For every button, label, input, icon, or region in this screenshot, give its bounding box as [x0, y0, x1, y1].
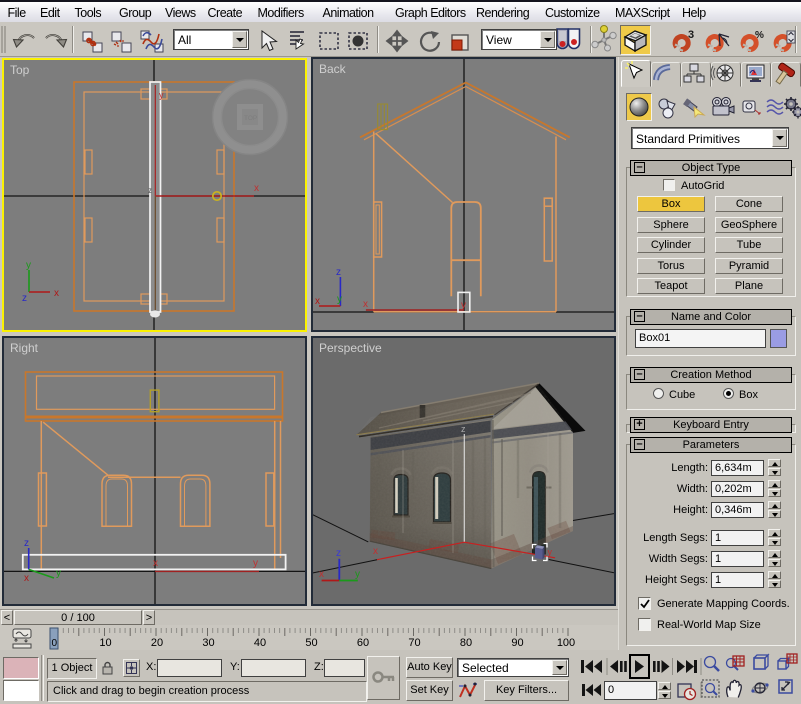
svg-text:y: y — [159, 90, 164, 100]
svg-text:z: z — [22, 293, 27, 304]
svg-text:z: z — [148, 186, 152, 195]
svg-text:x: x — [363, 299, 368, 310]
svg-text:x: x — [373, 546, 378, 557]
svg-text:70: 70 — [408, 637, 420, 649]
svg-text:y: y — [26, 260, 31, 271]
svg-text:x: x — [54, 288, 59, 299]
svg-text:z: z — [336, 267, 341, 278]
svg-text:y: y — [56, 568, 61, 579]
svg-text:y: y — [337, 294, 342, 305]
svg-text:50: 50 — [305, 637, 317, 649]
svg-text:%: % — [755, 30, 764, 41]
svg-text:TOP: TOP — [244, 115, 257, 122]
svg-text:x: x — [254, 183, 259, 194]
svg-text:y: y — [548, 547, 553, 557]
svg-text:100: 100 — [557, 637, 575, 649]
svg-text:y: y — [253, 558, 258, 569]
svg-text:10: 10 — [99, 637, 111, 649]
svg-text:x: x — [153, 558, 158, 569]
svg-text:y: y — [461, 300, 466, 311]
svg-text:x: x — [319, 569, 324, 580]
svg-text:80: 80 — [460, 637, 472, 649]
svg-text:40: 40 — [254, 637, 266, 649]
svg-text:y: y — [355, 569, 360, 580]
svg-text:3: 3 — [688, 29, 694, 41]
svg-text:x: x — [315, 296, 320, 307]
svg-text:20: 20 — [151, 637, 163, 649]
svg-text:z: z — [336, 548, 341, 559]
svg-text:z: z — [461, 424, 466, 434]
svg-text:30: 30 — [202, 637, 214, 649]
svg-text:60: 60 — [357, 637, 369, 649]
svg-text:z: z — [24, 538, 29, 549]
svg-text:90: 90 — [511, 637, 523, 649]
svg-text:x: x — [24, 573, 29, 584]
